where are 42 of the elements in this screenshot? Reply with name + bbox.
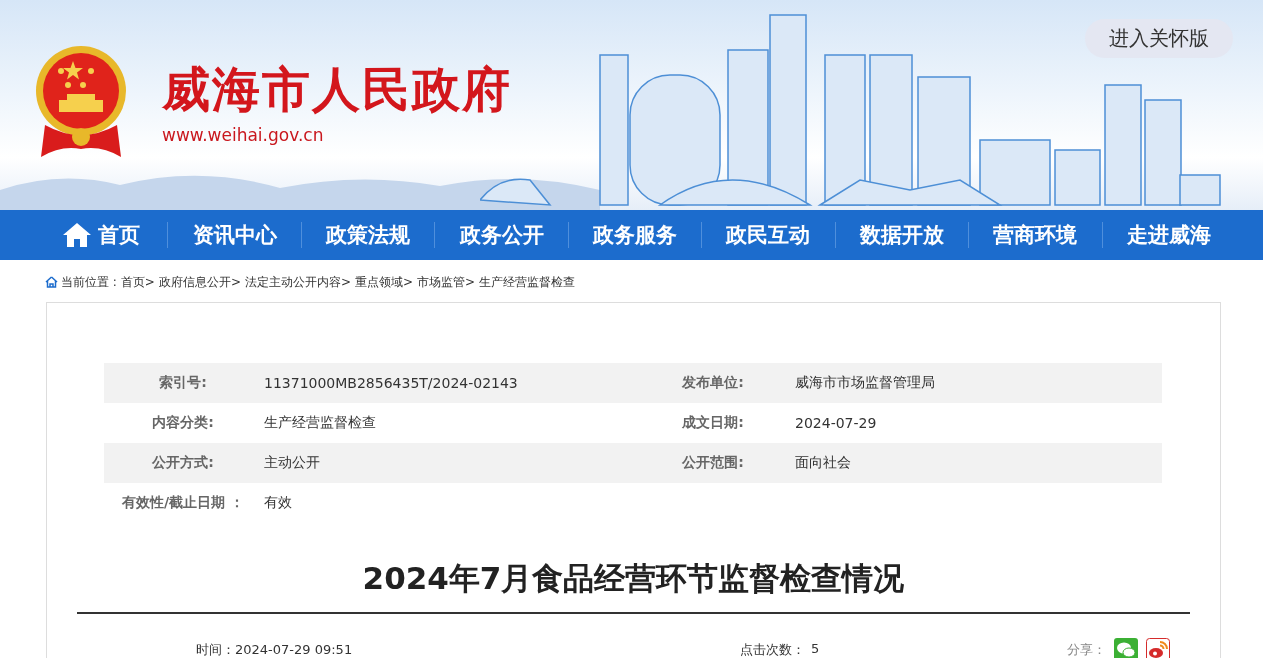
nav-link[interactable]: 政策法规 <box>300 222 435 248</box>
meta-label: 内容分类: <box>151 414 215 432</box>
wechat-share-icon[interactable] <box>1114 638 1138 658</box>
meta-value: 主动公开 <box>263 454 321 472</box>
meta-value: 面向社会 <box>794 454 852 472</box>
meta-value: 威海市市场监督管理局 <box>794 374 936 392</box>
meta-value: 生产经营监督检查 <box>263 414 377 432</box>
meta-label: 公开范围: <box>681 454 745 472</box>
site-url: www.weihai.gov.cn <box>162 124 325 145</box>
breadcrumb-link[interactable]: 生产经营监督检查 <box>479 273 576 291</box>
meta-label: 公开方式: <box>151 454 215 472</box>
publish-time: 时间：2024-07-29 09:51 <box>196 641 354 658</box>
nav-link[interactable]: 资讯中心 <box>167 222 301 248</box>
meta-label: 有效性/截止日期 ： <box>121 494 245 512</box>
nav-link[interactable]: 政务服务 <box>567 222 702 248</box>
meta-value: 有效 <box>263 494 293 512</box>
breadcrumb-link[interactable]: 政府信息公开> <box>158 273 241 291</box>
nav-link[interactable]: 首页 <box>35 222 168 248</box>
breadcrumb-link[interactable]: 重点领域> <box>355 273 414 291</box>
nav-link[interactable]: 数据开放 <box>834 222 969 248</box>
clicks-count: 5 <box>811 641 820 658</box>
home-icon <box>62 222 93 248</box>
home-icon <box>45 276 58 288</box>
meta-label: 索引号: <box>158 374 208 392</box>
nav-link[interactable]: 政民互动 <box>701 222 835 248</box>
article-title: 2024年7月食品经营环节监督检查情况 <box>361 559 906 598</box>
meta-value: 11371000MB2856435T/2024-02143 <box>263 375 519 391</box>
meta-value: 2024-07-29 <box>794 415 878 431</box>
nav-link[interactable]: 走进威海 <box>1101 222 1235 248</box>
site-title: 威海市人民政府 <box>162 61 512 119</box>
clicks-label: 点击次数： <box>740 641 805 658</box>
meta-label: 成文日期: <box>681 414 745 432</box>
breadcrumb-link[interactable]: 法定主动公开内容> <box>245 273 352 291</box>
weibo-share-icon[interactable] <box>1146 638 1170 658</box>
breadcrumb-link[interactable]: 首页> <box>120 273 155 291</box>
breadcrumb-link[interactable]: 市场监管> <box>417 273 476 291</box>
share-label: 分享： <box>1067 641 1106 658</box>
meta-label: 发布单位: <box>681 374 745 392</box>
nav-link[interactable]: 政务公开 <box>434 222 568 248</box>
breadcrumb-label: 当前位置 : <box>61 273 117 291</box>
care-version-button[interactable]: 进入关怀版 <box>1085 19 1233 58</box>
nav-link[interactable]: 营商环境 <box>968 222 1102 248</box>
